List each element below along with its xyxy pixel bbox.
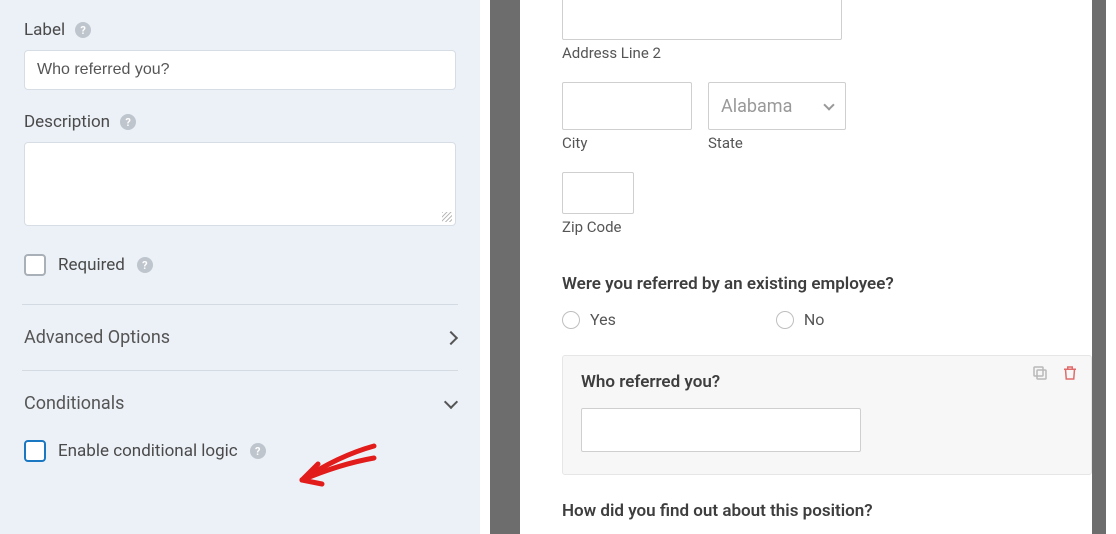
radio-no[interactable]: No	[776, 310, 825, 329]
advanced-options-accordion[interactable]: Advanced Options	[24, 305, 456, 370]
required-row[interactable]: Required	[24, 254, 456, 276]
city-label: City	[562, 134, 692, 152]
radio-no-label: No	[804, 310, 825, 329]
enable-conditional-logic-row[interactable]: Enable conditional logic	[24, 440, 456, 462]
chevron-down-icon	[823, 99, 834, 110]
description-heading: Description	[24, 112, 110, 132]
radio-icon	[776, 311, 794, 329]
required-checkbox[interactable]	[24, 254, 46, 276]
form-preview: Address Line 2 City Alabama State	[550, 0, 1116, 534]
selected-field-who-referred[interactable]: Who referred you?	[562, 355, 1092, 475]
address-line-2-input[interactable]	[562, 0, 842, 40]
required-label: Required	[58, 255, 125, 275]
label-input[interactable]	[24, 50, 456, 90]
duplicate-icon[interactable]	[1031, 364, 1049, 386]
help-icon[interactable]	[75, 22, 91, 38]
who-referred-input[interactable]	[581, 408, 861, 452]
conditionals-accordion[interactable]: Conditionals	[24, 371, 456, 436]
state-selected: Alabama	[721, 96, 792, 117]
field-options-sidebar: Label Description Required Advanced Opti…	[0, 0, 480, 534]
chevron-right-icon	[444, 330, 458, 344]
label-heading: Label	[24, 20, 65, 40]
how-find-question: How did you find out about this position…	[562, 501, 1092, 521]
state-dropdown[interactable]: Alabama	[708, 82, 846, 130]
radio-yes-label: Yes	[590, 310, 616, 329]
city-input[interactable]	[562, 82, 692, 130]
trash-icon[interactable]	[1061, 364, 1079, 386]
conditionals-label: Conditionals	[24, 393, 124, 414]
enable-conditional-label: Enable conditional logic	[58, 441, 238, 461]
zip-input[interactable]	[562, 172, 634, 214]
help-icon[interactable]	[137, 257, 153, 273]
description-textarea[interactable]	[24, 142, 456, 226]
referred-question: Were you referred by an existing employe…	[562, 274, 1092, 294]
radio-icon	[562, 311, 580, 329]
referred-question-group: Were you referred by an existing employe…	[562, 274, 1092, 329]
radio-yes[interactable]: Yes	[562, 310, 616, 329]
who-referred-label: Who referred you?	[581, 372, 1073, 392]
zip-label: Zip Code	[562, 218, 1092, 236]
chevron-down-icon	[444, 394, 458, 408]
help-icon[interactable]	[120, 114, 136, 130]
help-icon[interactable]	[250, 443, 266, 459]
state-label: State	[708, 134, 846, 152]
address-line-2-label: Address Line 2	[562, 44, 1092, 62]
right-scroll-edge	[1092, 0, 1116, 534]
enable-conditional-checkbox[interactable]	[24, 440, 46, 462]
advanced-options-label: Advanced Options	[24, 327, 170, 348]
panel-gutter	[480, 0, 550, 534]
